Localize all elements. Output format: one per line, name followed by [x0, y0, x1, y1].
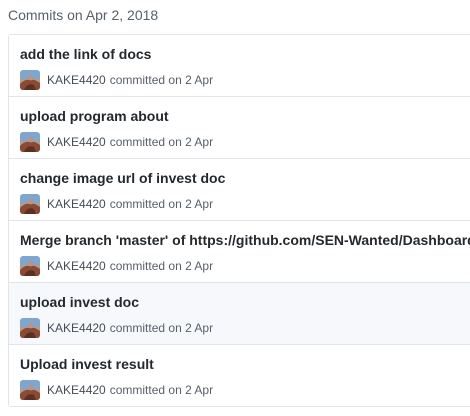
- commit-date-text: committed on 2 Apr: [109, 321, 214, 335]
- commit-meta: KAKE4420 committed on 2 Apr: [20, 256, 213, 276]
- user-avatar-icon[interactable]: [20, 256, 40, 276]
- commit-meta: KAKE4420 committed on 2 Apr: [20, 380, 213, 400]
- commit-author-link[interactable]: KAKE4420: [47, 73, 106, 87]
- commit-author-link[interactable]: KAKE4420: [47, 259, 106, 273]
- commit-date-text: committed on 2 Apr: [109, 383, 214, 397]
- commit-title-link[interactable]: change image url of invest doc: [20, 169, 225, 187]
- commit-date-text: committed on 2 Apr: [109, 73, 214, 87]
- commit-meta: KAKE4420 committed on 2 Apr: [20, 132, 213, 152]
- commit-meta: KAKE4420 committed on 2 Apr: [20, 70, 213, 90]
- commit-author-link[interactable]: KAKE4420: [47, 321, 106, 335]
- user-avatar-icon[interactable]: [20, 380, 40, 400]
- commit-title-link[interactable]: add the link of docs: [20, 45, 151, 63]
- commit-title-link[interactable]: Merge branch 'master' of https://github.…: [20, 231, 470, 249]
- commit-row: upload invest doc KAKE4420 committed on …: [9, 282, 470, 344]
- commit-date-text: committed on 2 Apr: [109, 135, 214, 149]
- commit-meta: KAKE4420 committed on 2 Apr: [20, 194, 213, 214]
- user-avatar-icon[interactable]: [20, 132, 40, 152]
- commit-author-link[interactable]: KAKE4420: [47, 197, 106, 211]
- user-avatar-icon[interactable]: [20, 194, 40, 214]
- commit-group-header: Commits on Apr 2, 2018: [8, 7, 159, 23]
- commit-history-page: Commits on Apr 2, 2018 add the link of d…: [0, 0, 470, 416]
- commit-row: Upload invest result KAKE4420 committed …: [9, 344, 470, 406]
- commit-row: add the link of docs KAKE4420 committed …: [9, 35, 470, 96]
- user-avatar-icon[interactable]: [20, 70, 40, 90]
- commit-date-text: committed on 2 Apr: [109, 197, 214, 211]
- commit-author-link[interactable]: KAKE4420: [47, 135, 106, 149]
- commit-date-text: committed on 2 Apr: [109, 259, 214, 273]
- commit-row: change image url of invest doc KAKE4420 …: [9, 158, 470, 220]
- commit-row: upload program about KAKE4420 committed …: [9, 96, 470, 158]
- user-avatar-icon[interactable]: [20, 318, 40, 338]
- commit-title-link[interactable]: upload program about: [20, 107, 169, 125]
- commit-meta: KAKE4420 committed on 2 Apr: [20, 318, 213, 338]
- commit-title-link[interactable]: Upload invest result: [20, 355, 154, 373]
- commit-list: add the link of docs KAKE4420 committed …: [8, 34, 470, 407]
- commit-author-link[interactable]: KAKE4420: [47, 383, 106, 397]
- commit-row: Merge branch 'master' of https://github.…: [9, 220, 470, 282]
- commit-title-link[interactable]: upload invest doc: [20, 293, 139, 311]
